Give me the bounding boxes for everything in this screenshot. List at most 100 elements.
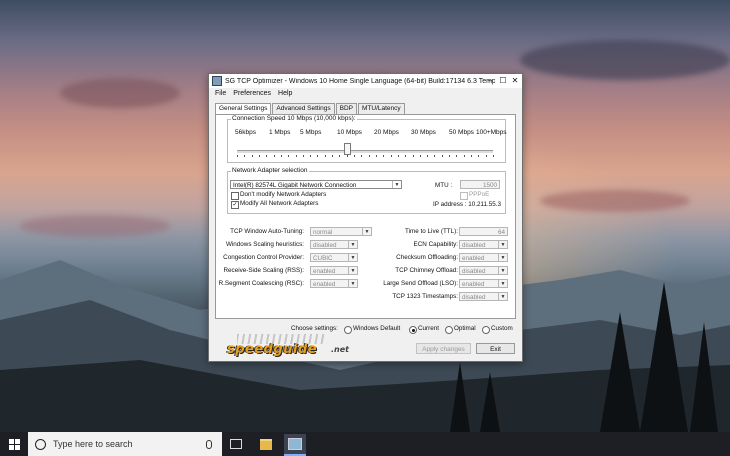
speed-label[interactable]: 5 Mbps: [300, 129, 321, 136]
slider-tick: [310, 155, 312, 157]
slider-tick: [456, 155, 458, 157]
slider-tick: [434, 155, 436, 157]
ecn-select[interactable]: disabled ▼: [459, 240, 508, 249]
select-value: enabled: [313, 268, 336, 275]
menu-file[interactable]: File: [215, 90, 226, 97]
chevron-down-icon: ▼: [498, 254, 507, 261]
select-value: disabled: [462, 294, 486, 301]
checksum-offload-select[interactable]: enabled ▼: [459, 253, 508, 262]
cloud: [520, 40, 730, 80]
tcp-optimizer-taskbar-button[interactable]: [284, 434, 306, 456]
pppoe-checkbox[interactable]: [460, 192, 468, 200]
speed-label[interactable]: 30 Mbps: [411, 129, 436, 136]
slider-tick: [390, 155, 392, 157]
timestamps-select[interactable]: disabled ▼: [459, 292, 508, 301]
speed-label[interactable]: 100+Mbps: [476, 129, 507, 136]
folder-icon: [260, 438, 272, 450]
start-button[interactable]: [0, 432, 28, 456]
auto-tuning-select[interactable]: normal ▼: [310, 227, 372, 236]
setting-label: TCP 1323 Timestamps:: [392, 293, 458, 300]
select-value: CUBIC: [313, 255, 333, 262]
search-placeholder: Type here to search: [53, 439, 133, 449]
tree: [690, 322, 718, 432]
speed-label[interactable]: 50 Mbps: [449, 129, 474, 136]
select-value: disabled: [462, 242, 486, 249]
slider-tick: [478, 155, 480, 157]
rsc-select[interactable]: enabled ▼: [310, 279, 358, 288]
slider-tick: [237, 155, 238, 157]
taskbar-search[interactable]: Type here to search: [28, 432, 222, 456]
radio-windows-default[interactable]: [344, 326, 352, 334]
minimize-button[interactable]: –: [484, 74, 496, 88]
adapter-select[interactable]: Intel(R) 82574L Gigabit Network Connecti…: [230, 180, 402, 189]
tree: [640, 282, 688, 432]
speed-slider-thumb[interactable]: [343, 143, 351, 155]
speed-label[interactable]: 1 Mbps: [269, 129, 290, 136]
cortana-icon: [35, 438, 46, 450]
slider-tick: [471, 155, 473, 157]
chevron-down-icon: ▼: [498, 280, 507, 287]
slider-tick: [493, 155, 494, 157]
tab-strip: General Settings Advanced Settings BDP M…: [215, 103, 406, 114]
menu-help[interactable]: Help: [278, 90, 292, 97]
title-bar[interactable]: SG TCP Optimizer - Windows 10 Home Singl…: [209, 74, 522, 88]
rss-select[interactable]: enabled ▼: [310, 266, 358, 275]
pppoe-label: PPPoE: [469, 191, 490, 198]
cloud: [60, 78, 180, 108]
dont-modify-checkbox[interactable]: [231, 192, 239, 200]
scaling-heuristics-select[interactable]: disabled ▼: [310, 240, 358, 249]
slider-tick: [258, 155, 260, 157]
apply-changes-button[interactable]: Apply changes: [416, 343, 471, 354]
chevron-down-icon: ▼: [348, 254, 357, 261]
speed-label[interactable]: 56kbps: [235, 129, 256, 136]
task-view-button[interactable]: [225, 434, 247, 454]
radio-optimal[interactable]: [445, 326, 453, 334]
ttl-field[interactable]: 64: [459, 227, 508, 236]
slider-tick: [354, 155, 356, 157]
speed-label[interactable]: 10 Mbps: [337, 129, 362, 136]
tab-advanced-settings[interactable]: Advanced Settings: [272, 103, 335, 114]
radio-windows-default-label: Windows Default: [353, 325, 401, 332]
setting-label: Checksum Offloading:: [396, 254, 458, 261]
chevron-down-icon: ▼: [498, 267, 507, 274]
speed-label[interactable]: 20 Mbps: [374, 129, 399, 136]
window-title: SG TCP Optimizer - Windows 10 Home Singl…: [225, 77, 495, 85]
mtu-field[interactable]: 1500: [460, 180, 500, 189]
setting-label: Congestion Control Provider:: [223, 254, 304, 261]
menu-preferences[interactable]: Preferences: [233, 90, 271, 97]
slider-tick: [346, 155, 348, 157]
slider-tick: [419, 155, 421, 157]
microphone-icon[interactable]: [206, 439, 212, 449]
mtu-label: MTU :: [435, 182, 453, 189]
ip-address-label: IP address : 10.211.55.3: [433, 201, 502, 208]
maximize-button[interactable]: ☐: [497, 74, 509, 88]
setting-label: ECN Capability:: [413, 241, 458, 248]
congestion-provider-select[interactable]: CUBIC ▼: [310, 253, 358, 262]
lso-select[interactable]: enabled ▼: [459, 279, 508, 288]
logo-text: speedguide: [227, 342, 318, 357]
radio-current[interactable]: [409, 326, 417, 334]
tcp-optimizer-window: SG TCP Optimizer - Windows 10 Home Singl…: [208, 73, 523, 362]
chimney-offload-select[interactable]: disabled ▼: [459, 266, 508, 275]
exit-button[interactable]: Exit: [476, 343, 515, 354]
setting-label: Large Send Offload (LSO):: [383, 280, 458, 287]
dont-modify-label: Don't modify Network Adapters: [240, 191, 327, 198]
slider-tick: [383, 155, 385, 157]
file-explorer-button[interactable]: [255, 434, 277, 454]
slider-tick: [302, 155, 304, 157]
slider-tick: [266, 155, 268, 157]
tab-mtu-latency[interactable]: MTU/Latency: [358, 103, 405, 114]
close-button[interactable]: ✕: [509, 74, 521, 88]
slider-tick: [412, 155, 414, 157]
speed-slider-track[interactable]: [237, 150, 493, 154]
radio-custom-label: Custom: [491, 325, 513, 332]
radio-custom[interactable]: [482, 326, 490, 334]
slider-tick: [485, 155, 487, 157]
modify-all-checkbox[interactable]: ✓: [231, 201, 239, 209]
setting-label: Windows Scaling heuristics:: [225, 241, 304, 248]
general-settings-panel: Connection Speed 10 Mbps (10,000 kbps): …: [215, 114, 516, 319]
tab-general-settings[interactable]: General Settings: [215, 103, 272, 114]
tab-bdp[interactable]: BDP: [335, 103, 357, 114]
slider-tick: [463, 155, 465, 157]
chevron-down-icon: ▼: [498, 241, 507, 248]
